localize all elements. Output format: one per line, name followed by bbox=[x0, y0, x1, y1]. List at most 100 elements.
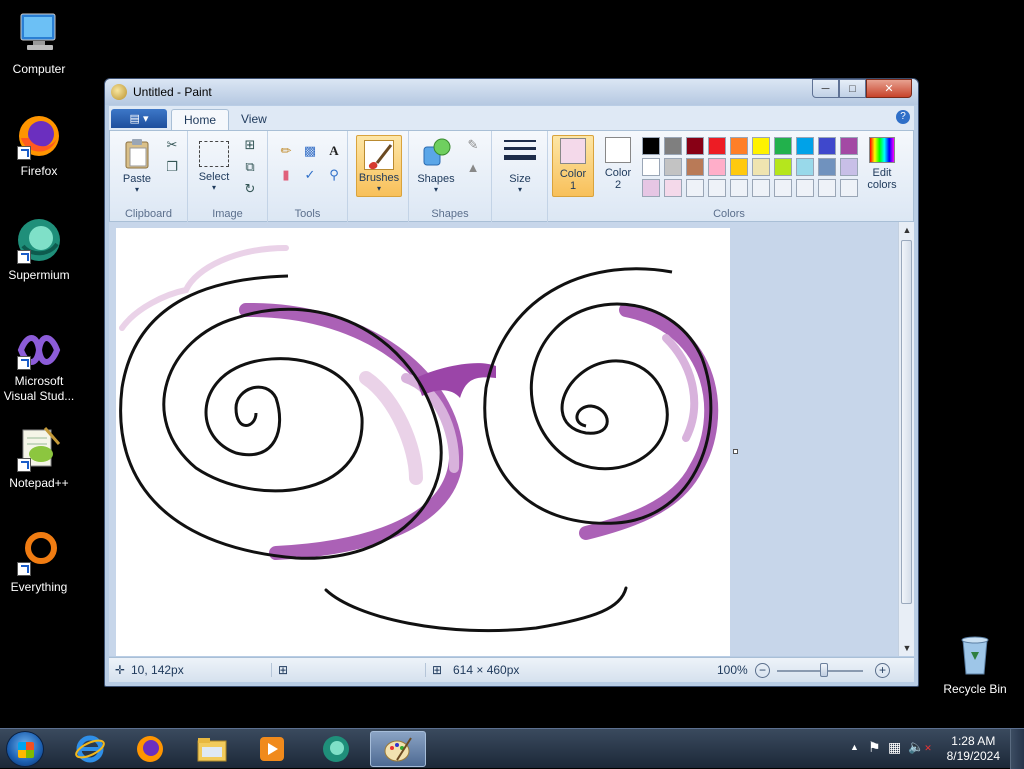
palette-swatch[interactable] bbox=[840, 137, 858, 155]
network-icon[interactable]: ▦ bbox=[888, 739, 901, 756]
color2-button[interactable]: Color 2 bbox=[598, 135, 638, 191]
palette-swatch[interactable] bbox=[730, 137, 748, 155]
edit-colors-button[interactable]: Edit colors bbox=[860, 135, 904, 191]
canvas-resize-handle[interactable] bbox=[733, 449, 738, 454]
start-button[interactable] bbox=[6, 731, 44, 767]
palette-swatch[interactable] bbox=[796, 137, 814, 155]
palette-swatch[interactable] bbox=[752, 137, 770, 155]
taskbar-explorer[interactable] bbox=[184, 731, 240, 767]
crop-icon[interactable]: ⊞ bbox=[240, 135, 260, 155]
desktop-icon-recycle-bin[interactable]: Recycle Bin bbox=[936, 630, 1014, 696]
desktop-icon-everything[interactable]: Everything bbox=[0, 528, 78, 594]
outline-icon[interactable]: ✎ bbox=[463, 135, 483, 155]
scroll-down-icon[interactable]: ▼ bbox=[899, 640, 915, 656]
zoom-level: 100% bbox=[717, 663, 748, 677]
clock[interactable]: 1:28 AM 8/19/2024 bbox=[947, 734, 1000, 764]
fill-bucket-icon[interactable]: ▩ bbox=[300, 141, 320, 161]
zoom-out-button[interactable]: − bbox=[755, 663, 770, 678]
palette-swatch[interactable] bbox=[752, 158, 770, 176]
palette-swatch[interactable] bbox=[752, 179, 770, 197]
brushes-button[interactable]: Brushes ▾ bbox=[356, 135, 402, 197]
taskbar-paint[interactable] bbox=[370, 731, 426, 767]
color1-button[interactable]: Color 1 bbox=[552, 135, 594, 197]
tab-home[interactable]: Home bbox=[171, 109, 230, 130]
palette-swatch[interactable] bbox=[686, 158, 704, 176]
canvas-area[interactable] bbox=[109, 222, 898, 656]
tab-view[interactable]: View bbox=[229, 109, 279, 130]
taskbar-ie[interactable] bbox=[62, 731, 118, 767]
close-icon: ✕ bbox=[884, 83, 894, 95]
select-button[interactable]: Select ▾ bbox=[192, 135, 236, 192]
palette-swatch[interactable] bbox=[818, 179, 836, 197]
paste-button[interactable]: Paste ▾ bbox=[116, 135, 158, 194]
palette-swatch[interactable] bbox=[642, 158, 660, 176]
palette-swatch[interactable] bbox=[686, 179, 704, 197]
palette-swatch[interactable] bbox=[796, 158, 814, 176]
palette-swatch[interactable] bbox=[642, 137, 660, 155]
size-button[interactable]: Size ▾ bbox=[498, 135, 542, 194]
palette-swatch[interactable] bbox=[840, 158, 858, 176]
taskbar-supermium[interactable] bbox=[308, 731, 364, 767]
title-bar[interactable]: Untitled - Paint ─ □ ✕ bbox=[105, 79, 918, 105]
vertical-scrollbar[interactable]: ▲ ▼ bbox=[898, 222, 914, 656]
volume-muted-icon[interactable]: 🔈✕ bbox=[908, 739, 932, 755]
system-tray: ▲ ⚑ ▦ 🔈✕ 1:28 AM 8/19/2024 bbox=[834, 729, 1024, 769]
palette-swatch[interactable] bbox=[818, 158, 836, 176]
palette-swatch[interactable] bbox=[796, 179, 814, 197]
palette-swatch[interactable] bbox=[840, 179, 858, 197]
paint-app-icon[interactable] bbox=[111, 84, 127, 100]
drawing-canvas[interactable] bbox=[116, 228, 730, 656]
color-picker-icon[interactable]: ✓ bbox=[300, 165, 320, 185]
pencil-icon[interactable]: ✏ bbox=[276, 141, 296, 161]
minimize-button[interactable]: ─ bbox=[812, 79, 839, 98]
desktop-icon-computer[interactable]: Computer bbox=[0, 10, 78, 76]
desktop-icon-firefox[interactable]: Firefox bbox=[0, 112, 78, 178]
palette-swatch[interactable] bbox=[774, 179, 792, 197]
desktop-icon-notepadpp[interactable]: Notepad++ bbox=[0, 424, 78, 490]
taskbar-media-player[interactable] bbox=[244, 731, 300, 767]
show-hidden-icons-icon[interactable]: ▲ bbox=[850, 742, 859, 752]
magnifier-icon[interactable]: ⚲ bbox=[324, 165, 344, 185]
image-size-icon: ⊞ bbox=[425, 663, 442, 677]
scroll-up-icon[interactable]: ▲ bbox=[899, 222, 915, 238]
palette-swatch[interactable] bbox=[708, 179, 726, 197]
palette-swatch[interactable] bbox=[774, 137, 792, 155]
zoom-in-button[interactable]: + bbox=[875, 663, 890, 678]
resize-icon[interactable]: ⧉ bbox=[240, 157, 260, 177]
palette-swatch[interactable] bbox=[774, 158, 792, 176]
cut-icon[interactable]: ✂ bbox=[162, 135, 182, 155]
palette-swatch[interactable] bbox=[664, 158, 682, 176]
palette-swatch[interactable] bbox=[730, 179, 748, 197]
fill-icon[interactable]: ▲ bbox=[463, 157, 483, 177]
chevron-down-icon: ▾ bbox=[211, 183, 216, 192]
status-bar: ✛ 10, 142px ⊞ ⊞ 614 × 460px 100% − + bbox=[109, 657, 914, 682]
chevron-down-icon: ▾ bbox=[134, 185, 139, 194]
rotate-icon[interactable]: ↻ bbox=[240, 179, 260, 199]
help-icon[interactable]: ? bbox=[896, 110, 910, 124]
text-icon[interactable]: A bbox=[324, 141, 344, 161]
palette-swatch[interactable] bbox=[818, 137, 836, 155]
taskbar-firefox[interactable] bbox=[122, 731, 178, 767]
scroll-thumb[interactable] bbox=[901, 240, 912, 604]
palette-swatch[interactable] bbox=[708, 158, 726, 176]
zoom-slider-thumb[interactable] bbox=[820, 663, 829, 677]
palette-swatch[interactable] bbox=[708, 137, 726, 155]
palette-swatch[interactable] bbox=[686, 137, 704, 155]
paint-menu-button[interactable]: ▤ ▾ bbox=[111, 109, 167, 128]
palette-swatch[interactable] bbox=[664, 137, 682, 155]
palette-swatch[interactable] bbox=[730, 158, 748, 176]
action-center-flag-icon[interactable]: ⚑ bbox=[868, 739, 881, 756]
desktop-icon-visual-studio[interactable]: Microsoft Visual Stud... bbox=[0, 330, 78, 404]
clipboard-group-label: Clipboard bbox=[124, 208, 173, 220]
desktop-icon-supermium[interactable]: Supermium bbox=[0, 216, 78, 282]
copy-icon[interactable]: ❐ bbox=[162, 157, 182, 177]
show-desktop-button[interactable] bbox=[1010, 729, 1024, 769]
palette-swatch[interactable] bbox=[642, 179, 660, 197]
recycle-bin-icon bbox=[951, 630, 999, 678]
color1-label: Color bbox=[559, 168, 587, 180]
palette-swatch[interactable] bbox=[664, 179, 682, 197]
eraser-icon[interactable]: ▮ bbox=[276, 165, 296, 185]
maximize-button[interactable]: □ bbox=[839, 79, 866, 98]
shapes-button[interactable]: Shapes ▾ bbox=[413, 135, 459, 194]
close-button[interactable]: ✕ bbox=[866, 79, 912, 98]
